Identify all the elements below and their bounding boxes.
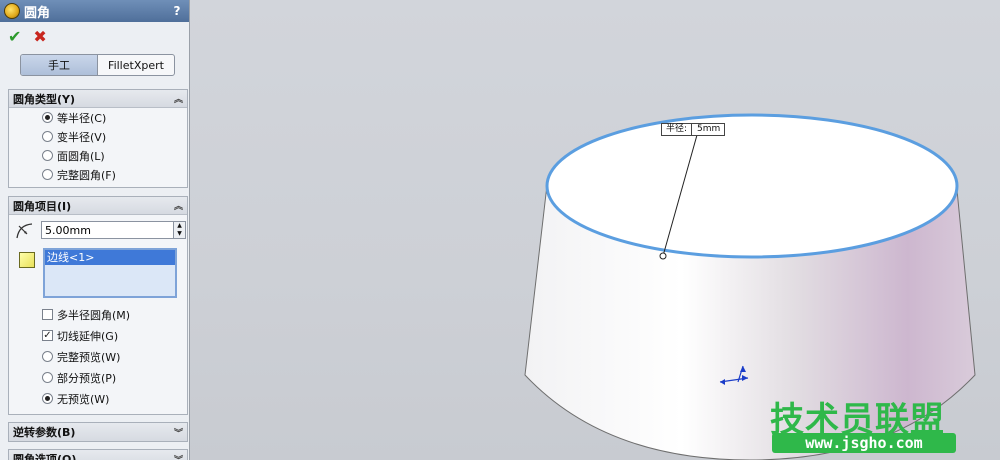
spin-up-icon[interactable]: ▲ — [177, 222, 182, 230]
radio-full-preview[interactable]: 完整预览(W) — [9, 346, 187, 367]
watermark-url: www.jsgho.com — [772, 433, 956, 453]
mode-tabs: 手工 FilletXpert — [20, 54, 175, 76]
help-button[interactable]: ? — [168, 2, 186, 20]
checkbox-label: 多半径圆角(M) — [57, 308, 131, 322]
chevron-up-icon: ︽ — [173, 95, 183, 105]
close-icon[interactable]: ✖ — [33, 27, 46, 46]
checkbox-tangent-propagation[interactable]: ✓ 切线延伸(G) — [9, 325, 187, 346]
chevron-up-icon: ︽ — [173, 202, 183, 212]
model-view — [524, 113, 976, 460]
tab-manual[interactable]: 手工 — [21, 55, 98, 75]
edge-selection-list[interactable]: 边线<1> — [43, 248, 177, 298]
chevron-down-icon: ︾ — [174, 453, 183, 460]
radio-constant-radius[interactable]: 等半径(C) — [9, 108, 187, 127]
edge-selection-row: 边线<1> — [9, 248, 187, 298]
graphics-viewport[interactable]: 半径: 5mm — [190, 0, 1000, 460]
radio-dot — [42, 112, 53, 123]
checkmark-icon[interactable]: ✔ — [8, 27, 21, 46]
radio-dot — [42, 131, 53, 142]
fillet-type-title: 圆角类型(Y) — [13, 92, 76, 106]
radius-icon — [16, 223, 33, 239]
check-icon: ✓ — [42, 330, 53, 341]
fillet-feature-icon — [4, 3, 20, 19]
checkbox-multi-radius[interactable]: 多半径圆角(M) — [9, 304, 187, 325]
radio-dot — [42, 351, 53, 362]
radio-label: 变半径(V) — [57, 130, 107, 144]
chevron-down-icon: ︾ — [173, 428, 183, 439]
radio-dot — [42, 169, 53, 180]
radio-variable-radius[interactable]: 变半径(V) — [9, 127, 187, 146]
reverse-params-group: 逆转参数(B) ︾ — [8, 422, 188, 442]
radio-face-fillet[interactable]: 面圆角(L) — [9, 146, 187, 165]
panel-titlebar: 圆角 ? — [0, 0, 189, 22]
fillet-items-header[interactable]: 圆角项目(I) ︽ — [9, 197, 187, 215]
property-manager-panel: 圆角 ? ✔ ✖ 手工 FilletXpert 圆角类型(Y) ︽ 等半径(C)… — [0, 0, 190, 460]
radius-spinner[interactable]: ▲ ▼ — [174, 221, 186, 239]
fillet-items-title: 圆角项目(I) — [13, 199, 72, 213]
callout-label: 半径: — [662, 124, 693, 135]
radio-dot — [42, 393, 53, 404]
radio-full-round[interactable]: 完整圆角(F) — [9, 165, 187, 184]
radio-label: 完整预览(W) — [57, 350, 121, 364]
radio-partial-preview[interactable]: 部分预览(P) — [9, 367, 187, 388]
radio-label: 完整圆角(F) — [57, 168, 116, 182]
fillet-options-header[interactable]: 圆角选项(O) ︾ — [9, 450, 187, 460]
fillet-options-group: 圆角选项(O) ︾ — [8, 449, 188, 460]
edge-selection-icon — [19, 252, 35, 268]
checkbox-box — [42, 309, 53, 320]
radio-label: 部分预览(P) — [57, 371, 117, 385]
radio-label: 等半径(C) — [57, 111, 107, 125]
radius-row: ▲ ▼ — [9, 218, 187, 242]
reverse-params-title: 逆转参数(B) — [13, 426, 76, 439]
tab-filletxpert[interactable]: FilletXpert — [98, 55, 174, 75]
checkbox-label: 切线延伸(G) — [57, 329, 119, 343]
radio-label: 面圆角(L) — [57, 149, 105, 163]
fillet-options-title: 圆角选项(O) — [13, 453, 77, 460]
radio-label: 无预览(W) — [57, 392, 110, 406]
fillet-type-header[interactable]: 圆角类型(Y) ︽ — [9, 90, 187, 108]
callout-value[interactable]: 5mm — [692, 124, 724, 135]
fillet-items-group: 圆角项目(I) ︽ ▲ ▼ 边线<1> 多半径圆角(M) — [8, 196, 188, 415]
radius-input[interactable] — [41, 221, 174, 239]
list-item[interactable]: 边线<1> — [45, 250, 175, 265]
radio-no-preview[interactable]: 无预览(W) — [9, 388, 187, 409]
radio-dot — [42, 150, 53, 161]
reverse-params-header[interactable]: 逆转参数(B) ︾ — [9, 423, 187, 441]
cylinder-top-face[interactable] — [545, 113, 959, 259]
fillet-type-group: 圆角类型(Y) ︽ 等半径(C) 变半径(V) 面圆角(L) 完整圆角(F) — [8, 89, 188, 188]
radius-callout[interactable]: 半径: 5mm — [661, 123, 726, 136]
edge-handle-icon[interactable] — [659, 252, 667, 260]
spin-down-icon[interactable]: ▼ — [177, 230, 182, 238]
panel-title: 圆角 — [24, 5, 51, 21]
radio-dot — [42, 372, 53, 383]
confirm-actions: ✔ ✖ — [0, 22, 189, 50]
